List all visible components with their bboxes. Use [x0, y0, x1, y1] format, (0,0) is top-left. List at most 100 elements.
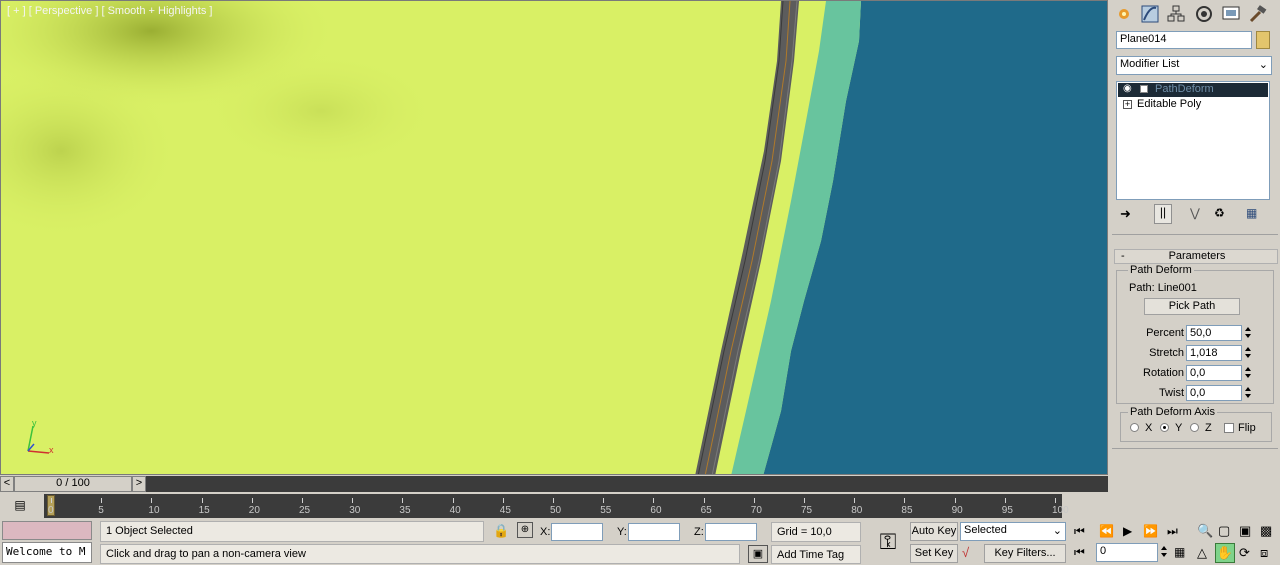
lightbulb-icon[interactable]: ◉	[1123, 83, 1132, 94]
play-icon[interactable]: ▶	[1123, 524, 1132, 538]
track-tick	[603, 498, 605, 503]
stretch-input[interactable]: 1,018	[1186, 345, 1242, 361]
stack-item-editable-poly[interactable]: + Editable Poly	[1118, 98, 1268, 112]
make-unique-icon[interactable]: ⋁	[1190, 206, 1200, 220]
scene-render: y x	[1, 1, 1107, 474]
x-coordinate-input[interactable]	[551, 523, 603, 541]
rotation-spinner[interactable]	[1243, 365, 1253, 381]
percent-label: Percent	[1146, 327, 1184, 339]
show-end-result-icon[interactable]: ||	[1154, 204, 1172, 224]
path-text: Path: Line001	[1129, 282, 1197, 294]
maximize-viewport-icon[interactable]: ⧈	[1260, 545, 1268, 561]
time-next-button[interactable]: >	[132, 476, 146, 492]
current-frame-input[interactable]: 0	[1096, 543, 1158, 562]
remove-modifier-icon[interactable]: ♻	[1214, 206, 1225, 220]
track-tick-label: 65	[700, 505, 712, 516]
time-prev-button[interactable]: <	[0, 476, 14, 492]
pin-stack-icon[interactable]: ➜	[1120, 206, 1138, 222]
y-coordinate-input[interactable]	[628, 523, 680, 541]
z-coordinate-input[interactable]	[705, 523, 757, 541]
track-tick	[352, 498, 354, 503]
track-tick	[703, 498, 705, 503]
default-in-out-tangent-icon[interactable]: √	[962, 545, 980, 563]
set-key-icon[interactable]: ⚿	[870, 524, 906, 560]
object-color-swatch[interactable]	[1256, 31, 1270, 49]
stack-item-label: Editable Poly	[1137, 98, 1202, 110]
orbit-icon[interactable]: ⟳	[1239, 545, 1250, 561]
field-of-view-icon[interactable]: △	[1197, 545, 1207, 561]
flip-checkbox[interactable]	[1224, 423, 1234, 433]
zoom-icon[interactable]: 🔍	[1197, 523, 1213, 539]
motion-icon[interactable]	[1194, 4, 1214, 24]
auto-key-button[interactable]: Auto Key	[910, 522, 958, 541]
axis-z-radio[interactable]	[1190, 423, 1199, 432]
track-tick-label: 30	[349, 505, 361, 516]
chevron-down-icon: ⌄	[1258, 59, 1268, 71]
current-frame-spinner[interactable]	[1159, 544, 1169, 560]
curve-editor-icon[interactable]: ▤	[10, 497, 30, 515]
track-tick-label: 15	[198, 505, 210, 516]
zoom-extents-all-icon[interactable]: ▩	[1260, 523, 1272, 539]
track-tick	[502, 498, 504, 503]
track-tick	[302, 498, 303, 503]
hierarchy-icon[interactable]	[1166, 4, 1186, 24]
twist-input[interactable]: 0,0	[1186, 385, 1242, 401]
track-tick	[101, 498, 103, 503]
zoom-all-icon[interactable]: ▢	[1218, 523, 1230, 539]
stretch-spinner[interactable]	[1243, 345, 1253, 361]
utilities-icon[interactable]	[1248, 4, 1268, 24]
key-mode-toggle-icon[interactable]: ⏮	[1074, 545, 1085, 560]
chevron-down-icon: ⌄	[1052, 525, 1062, 537]
axis-x-radio[interactable]	[1130, 423, 1139, 432]
modifier-list-label: Modifier List	[1120, 58, 1180, 70]
modifier-list-dropdown[interactable]: Modifier List ⌄	[1116, 56, 1272, 75]
terrain-shadow	[201, 51, 441, 171]
track-tick	[402, 498, 404, 503]
track-tick-label: 45	[499, 505, 511, 516]
rotation-input[interactable]: 0,0	[1186, 365, 1242, 381]
viewport-label[interactable]: [ + ] [ Perspective ] [ Smooth + Highlig…	[7, 5, 212, 17]
percent-input[interactable]: 50,0	[1186, 325, 1242, 341]
twist-label: Twist	[1158, 387, 1184, 399]
go-to-start-icon[interactable]: ⏮	[1074, 524, 1085, 539]
maxscript-listener-pink[interactable]	[2, 521, 92, 540]
key-filters-button[interactable]: Key Filters...	[984, 544, 1066, 563]
lock-icon[interactable]: 🔒	[493, 523, 509, 539]
selection-status: 1 Object Selected	[100, 521, 484, 542]
modifier-stack[interactable]: ◉ PathDeform + Editable Poly	[1116, 81, 1270, 200]
key-set-dropdown[interactable]: Selected ⌄	[960, 522, 1066, 541]
track-tick	[1055, 498, 1056, 503]
perspective-viewport[interactable]: y x [ + ] [ Perspective ] [ Smooth + Hig…	[0, 0, 1108, 475]
track-tick-label: 25	[299, 505, 311, 516]
maxscript-listener-input[interactable]: Welcome to M	[2, 542, 92, 563]
previous-frame-icon[interactable]: ⏪	[1099, 524, 1114, 538]
time-configuration-icon[interactable]: ▦	[1174, 545, 1185, 559]
object-name-input[interactable]: Plane014	[1116, 31, 1252, 49]
track-tick-label: 55	[600, 505, 612, 516]
percent-spinner[interactable]	[1243, 325, 1253, 341]
modify-icon[interactable]	[1140, 4, 1160, 24]
time-tag-icon[interactable]: ▣	[748, 545, 768, 563]
stack-item-pathdeform[interactable]: ◉ PathDeform	[1118, 83, 1268, 97]
track-tick-label: 35	[399, 505, 411, 516]
pan-view-icon[interactable]: ✋	[1215, 543, 1235, 563]
create-icon[interactable]	[1114, 4, 1134, 24]
go-to-end-icon[interactable]: ⏭	[1167, 524, 1178, 539]
expand-icon[interactable]: +	[1123, 100, 1132, 109]
axis-y-radio[interactable]	[1160, 423, 1169, 432]
command-panel: Plane014 Modifier List ⌄ ◉ PathDeform + …	[1110, 0, 1280, 565]
time-slider-bar[interactable]: < 0 / 100 >	[0, 476, 1108, 492]
set-key-button[interactable]: Set Key	[910, 544, 958, 563]
parameters-rollout-header[interactable]: - Parameters	[1114, 249, 1278, 264]
next-frame-icon[interactable]: ⏩	[1143, 524, 1158, 538]
twist-spinner[interactable]	[1243, 385, 1253, 401]
display-icon[interactable]	[1221, 4, 1241, 24]
configure-sets-icon[interactable]: ▦	[1246, 206, 1257, 220]
track-tick	[201, 498, 203, 503]
zoom-extents-icon[interactable]: ▣	[1239, 523, 1251, 539]
expand-icon[interactable]	[1140, 85, 1148, 93]
pick-path-button[interactable]: Pick Path	[1144, 298, 1240, 315]
time-slider-thumb[interactable]: 0 / 100	[14, 476, 132, 492]
add-time-tag-button[interactable]: Add Time Tag	[771, 545, 861, 564]
transform-mode-icon[interactable]: ⊕	[517, 522, 533, 538]
